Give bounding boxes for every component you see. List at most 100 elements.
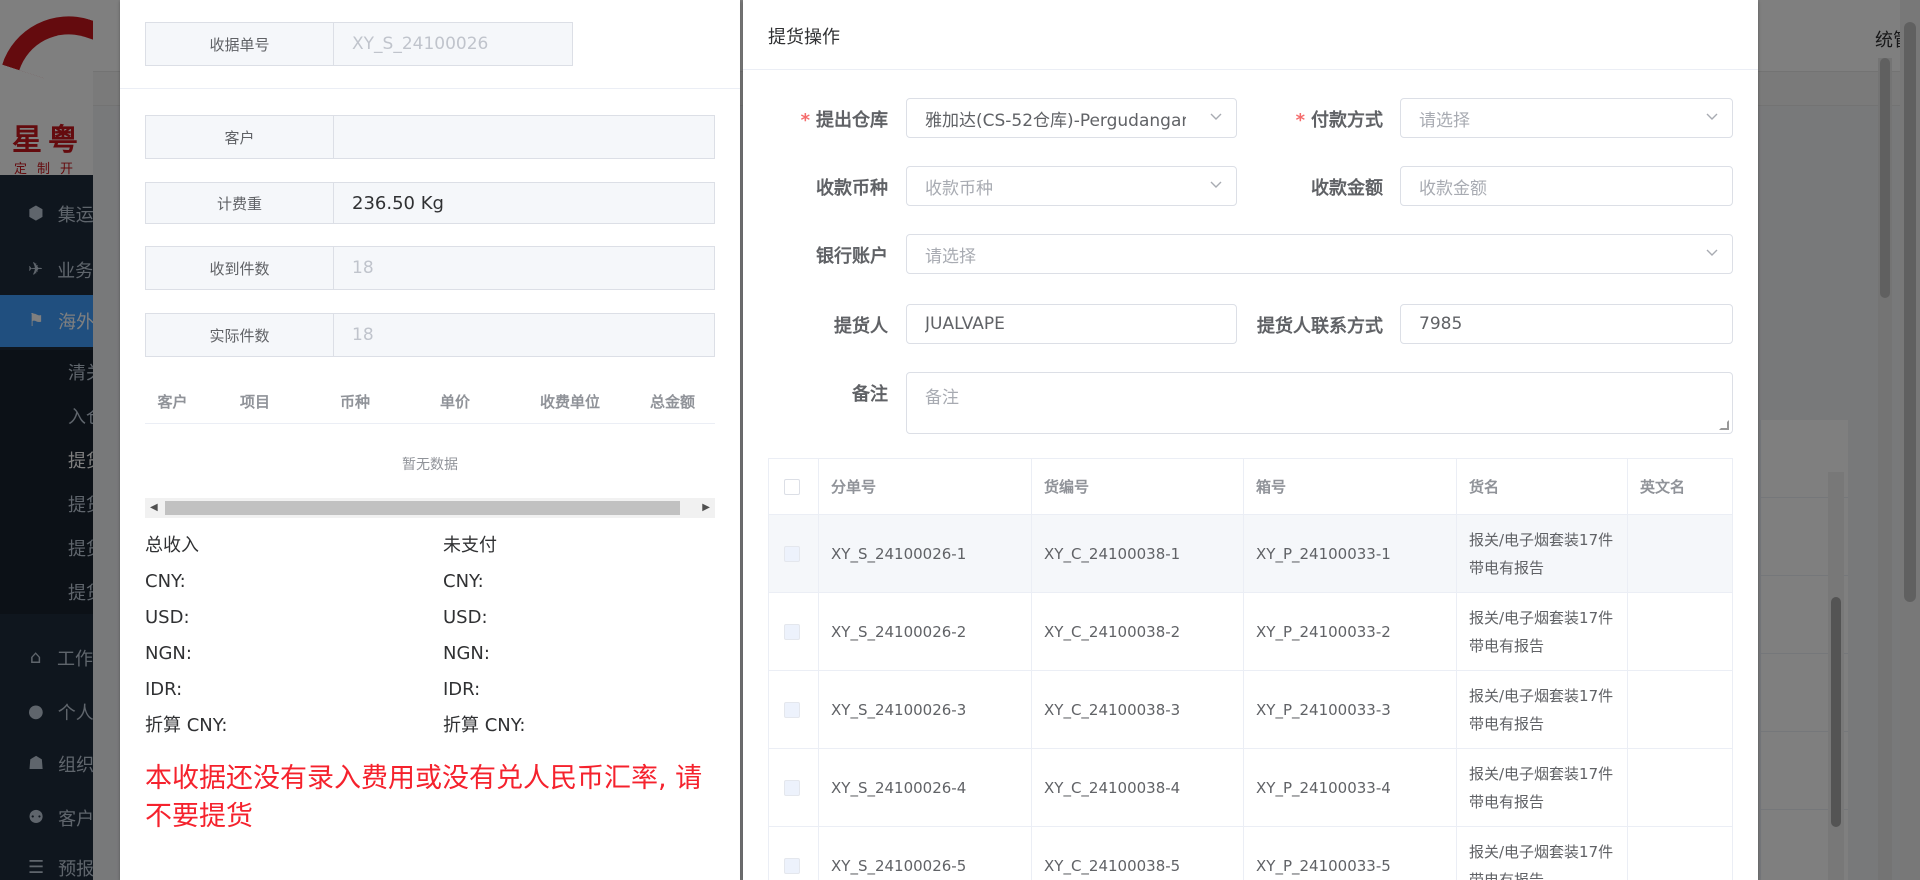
- receipt-number-label: 收据单号: [146, 23, 334, 65]
- goods-number-cell: XY_C_24100038-5: [1032, 827, 1244, 880]
- row-checkbox[interactable]: [784, 623, 800, 640]
- actual-pieces-row: 实际件数 18: [145, 313, 715, 357]
- goods-number-cell: XY_C_24100038-3: [1032, 671, 1244, 748]
- row-checkbox[interactable]: [784, 779, 800, 796]
- fee-col-total: 总金额: [649, 393, 695, 411]
- box-number-cell: XY_P_24100033-3: [1244, 671, 1457, 748]
- goods-number-cell: XY_C_24100038-1: [1032, 515, 1244, 592]
- table-row[interactable]: XY_S_24100026-2 XY_C_24100038-2 XY_P_241…: [769, 593, 1732, 671]
- bank-account-placeholder: 请选择: [925, 246, 976, 267]
- sub-number-cell: XY_S_24100026-5: [819, 827, 1032, 880]
- received-pieces-value: 18: [352, 258, 374, 278]
- picker-contact-input[interactable]: 7985: [1400, 304, 1733, 344]
- unpaid-idr: IDR:: [443, 679, 481, 700]
- row-checkbox[interactable]: [784, 857, 800, 874]
- chargeable-weight-row: 计费重 236.50 Kg: [145, 182, 715, 224]
- chevron-down-icon: [1706, 113, 1718, 120]
- remark-textarea[interactable]: 备注: [906, 372, 1733, 434]
- goods-name-cell: 报关/电子烟套装17件带电有报告: [1457, 749, 1628, 826]
- unpaid-summary: 未支付 CNY: USD: NGN: IDR: 折算 CNY:: [443, 532, 740, 748]
- col-english-name: 英文名: [1640, 478, 1686, 496]
- box-number-cell: XY_P_24100033-1: [1244, 515, 1457, 592]
- currency-label: 收款币种: [816, 178, 888, 199]
- col-goods-number: 货编号: [1032, 459, 1244, 514]
- table-row[interactable]: XY_S_24100026-1 XY_C_24100038-1 XY_P_241…: [769, 515, 1732, 593]
- total-income-usd: USD:: [145, 607, 190, 628]
- table-row[interactable]: XY_S_24100026-3 XY_C_24100038-3 XY_P_241…: [769, 671, 1732, 749]
- payment-method-label: * 付款方式: [1295, 110, 1383, 131]
- select-all-cell: [769, 459, 819, 514]
- total-income-title: 总收入: [145, 535, 199, 556]
- chevron-down-icon: [1210, 113, 1222, 120]
- scroll-left-icon[interactable]: ◀: [150, 502, 158, 513]
- remark-placeholder: 备注: [925, 388, 959, 408]
- total-income-cny: CNY:: [145, 571, 186, 592]
- english-name-cell: [1628, 593, 1732, 670]
- fee-table-empty: 暂无数据: [402, 457, 458, 473]
- fee-col-charge-unit: 收费单位: [539, 393, 600, 411]
- sub-number-cell: XY_S_24100026-2: [819, 593, 1032, 670]
- col-sub-number: 分单号: [819, 459, 1032, 514]
- picker-input[interactable]: JUALVAPE: [906, 304, 1237, 344]
- chevron-down-icon: [1210, 181, 1222, 188]
- scroll-right-icon[interactable]: ▶: [702, 502, 710, 513]
- bank-account-select[interactable]: 请选择: [906, 234, 1733, 274]
- receipt-number-value: XY_S_24100026: [352, 34, 489, 54]
- amount-input[interactable]: 收款金额: [1400, 166, 1733, 206]
- fee-table: 客户 项目 币种 单价 收费单位 总金额 暂无数据: [145, 380, 715, 504]
- unpaid-converted-cny: 折算 CNY:: [443, 715, 526, 736]
- required-asterisk: *: [1295, 110, 1305, 131]
- goods-number-cell: XY_C_24100038-4: [1032, 749, 1244, 826]
- row-checkbox[interactable]: [784, 701, 800, 718]
- receipt-info-dialog: 收据单号 XY_S_24100026 客户 计费重 236.50 Kg 收到件数…: [120, 0, 740, 880]
- warehouse-label: * 提出仓库: [800, 110, 888, 131]
- dialog-title: 提货操作: [768, 27, 840, 48]
- fee-col-unit-price: 单价: [439, 393, 470, 411]
- bank-account-label: 银行账户: [816, 246, 888, 267]
- total-income-ngn: NGN:: [145, 643, 192, 664]
- customer-label: 客户: [146, 116, 334, 158]
- total-income-converted-cny: 折算 CNY:: [145, 715, 228, 736]
- fee-table-hscrollbar[interactable]: ◀ ▶: [145, 498, 715, 518]
- scrollbar-thumb[interactable]: [165, 501, 680, 515]
- received-pieces-row: 收到件数 18: [145, 246, 715, 290]
- fee-col-currency: 币种: [339, 393, 370, 411]
- chargeable-weight-label: 计费重: [146, 183, 334, 223]
- picker-contact-label: 提货人联系方式: [1257, 316, 1383, 337]
- warehouse-select[interactable]: 雅加达(CS-52仓库)-Pergudangan Ae: [906, 98, 1237, 138]
- chevron-down-icon: [1706, 249, 1718, 256]
- box-number-cell: XY_P_24100033-2: [1244, 593, 1457, 670]
- table-row[interactable]: XY_S_24100026-5 XY_C_24100038-5 XY_P_241…: [769, 827, 1732, 880]
- row-checkbox[interactable]: [784, 545, 800, 562]
- chargeable-weight-value: 236.50 Kg: [352, 192, 444, 214]
- required-asterisk: *: [800, 110, 810, 131]
- sub-number-cell: XY_S_24100026-1: [819, 515, 1032, 592]
- goods-name-cell: 报关/电子烟套装17件带电有报告: [1457, 827, 1628, 880]
- goods-name-cell: 报关/电子烟套装17件带电有报告: [1457, 515, 1628, 592]
- fee-table-header: 客户 项目 币种 单价 收费单位 总金额: [145, 380, 715, 424]
- goods-number-cell: XY_C_24100038-2: [1032, 593, 1244, 670]
- unpaid-usd: USD:: [443, 607, 488, 628]
- sub-number-cell: XY_S_24100026-4: [819, 749, 1032, 826]
- actual-pieces-value: 18: [352, 325, 374, 345]
- pickup-operation-dialog: 提货操作 *提出仓库 雅加达(CS-52仓库)-Pergudangan Ae *…: [743, 0, 1758, 880]
- warehouse-select-value: 雅加达(CS-52仓库)-Pergudangan Ae: [925, 110, 1186, 131]
- fee-col-item: 项目: [239, 393, 270, 411]
- unpaid-cny: CNY:: [443, 571, 484, 592]
- pickup-warning-message: 本收据还没有录入费用或没有兑人民币汇率, 请不要提货: [145, 763, 703, 832]
- resize-grip-icon[interactable]: [1719, 420, 1729, 430]
- amount-label: 收款金额: [1311, 178, 1383, 199]
- goods-name-cell: 报关/电子烟套装17件带电有报告: [1457, 593, 1628, 670]
- payment-method-select[interactable]: 请选择: [1400, 98, 1733, 138]
- divider: [120, 88, 740, 89]
- unpaid-title: 未支付: [443, 535, 497, 556]
- select-all-checkbox[interactable]: [784, 478, 800, 495]
- remark-label: 备注: [852, 384, 888, 405]
- customer-value: [334, 116, 714, 158]
- currency-select[interactable]: 收款币种: [906, 166, 1237, 206]
- box-number-cell: XY_P_24100033-5: [1244, 827, 1457, 880]
- actual-pieces-label: 实际件数: [146, 314, 334, 356]
- table-row[interactable]: XY_S_24100026-4 XY_C_24100038-4 XY_P_241…: [769, 749, 1732, 827]
- customer-row: 客户: [145, 115, 715, 159]
- picker-contact-value: 7985: [1419, 314, 1463, 334]
